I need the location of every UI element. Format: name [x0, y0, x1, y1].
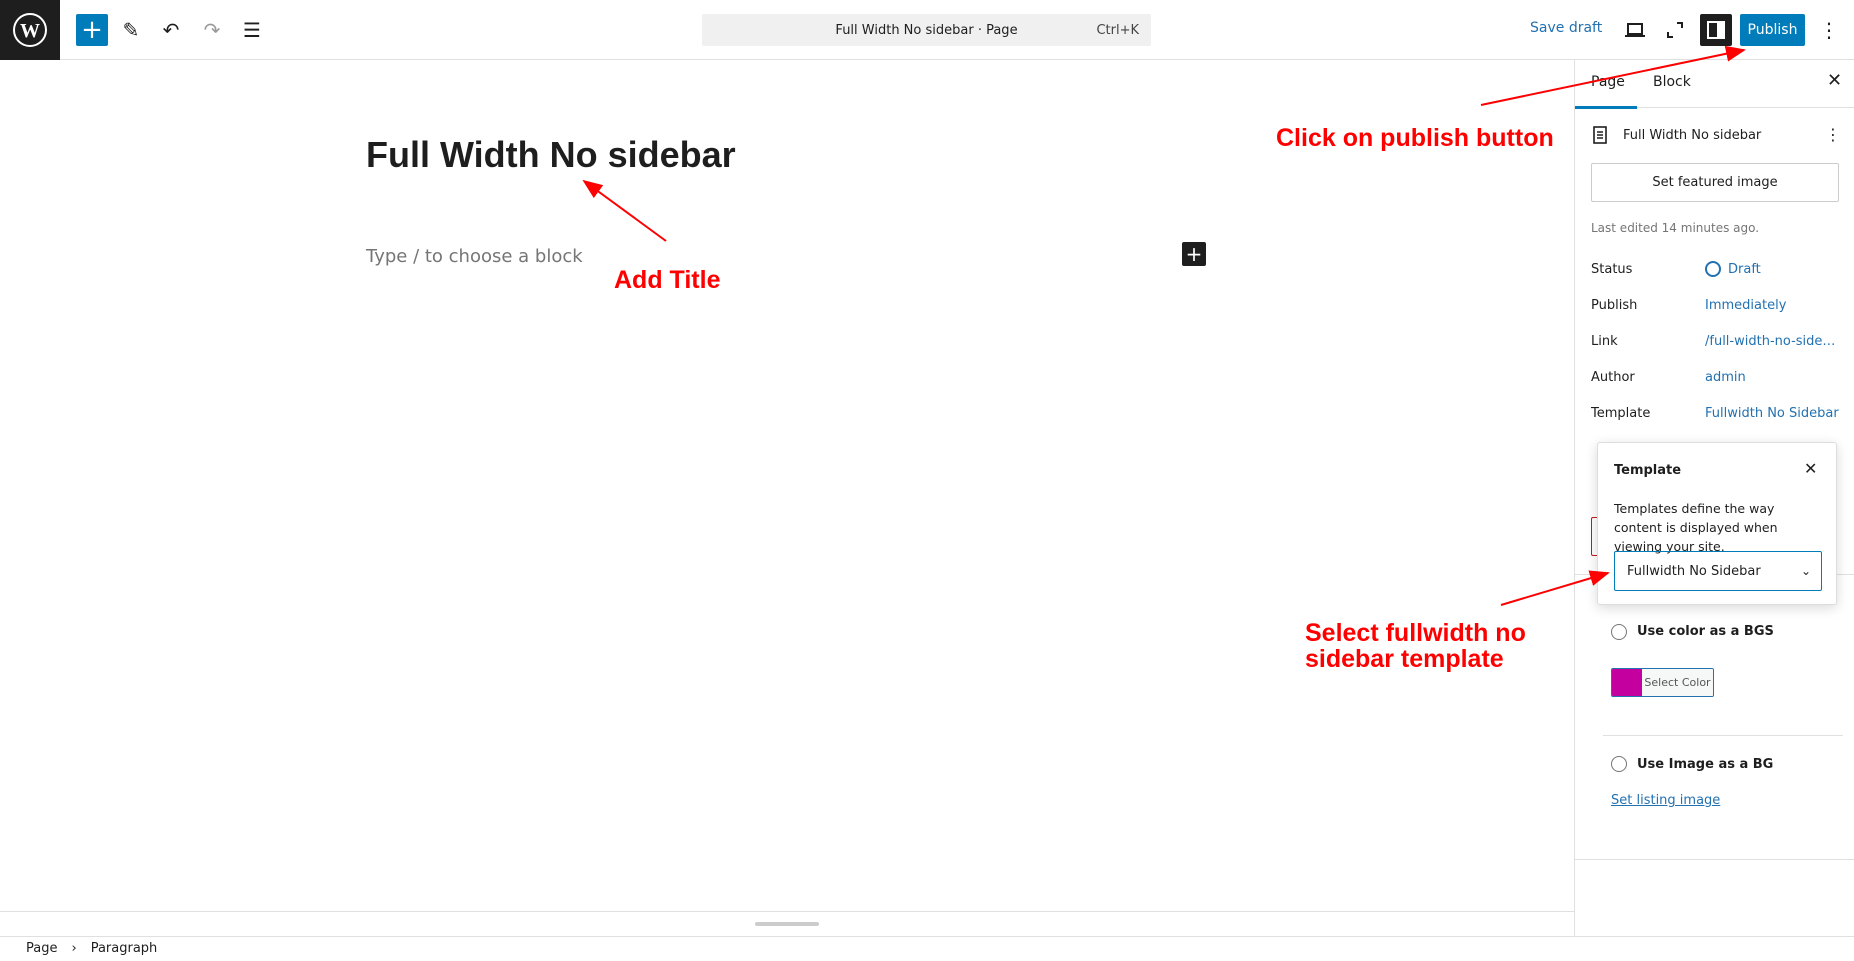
annotation-publish: Click on publish button — [1276, 124, 1554, 152]
title-arrow — [582, 179, 667, 242]
annotation-arrows — [582, 45, 1746, 606]
annotation-template: Select fullwidth no sidebar template — [1305, 619, 1526, 673]
template-arrow — [1500, 570, 1610, 606]
annotation-title: Add Title — [614, 266, 721, 294]
publish-arrow — [1480, 45, 1746, 106]
